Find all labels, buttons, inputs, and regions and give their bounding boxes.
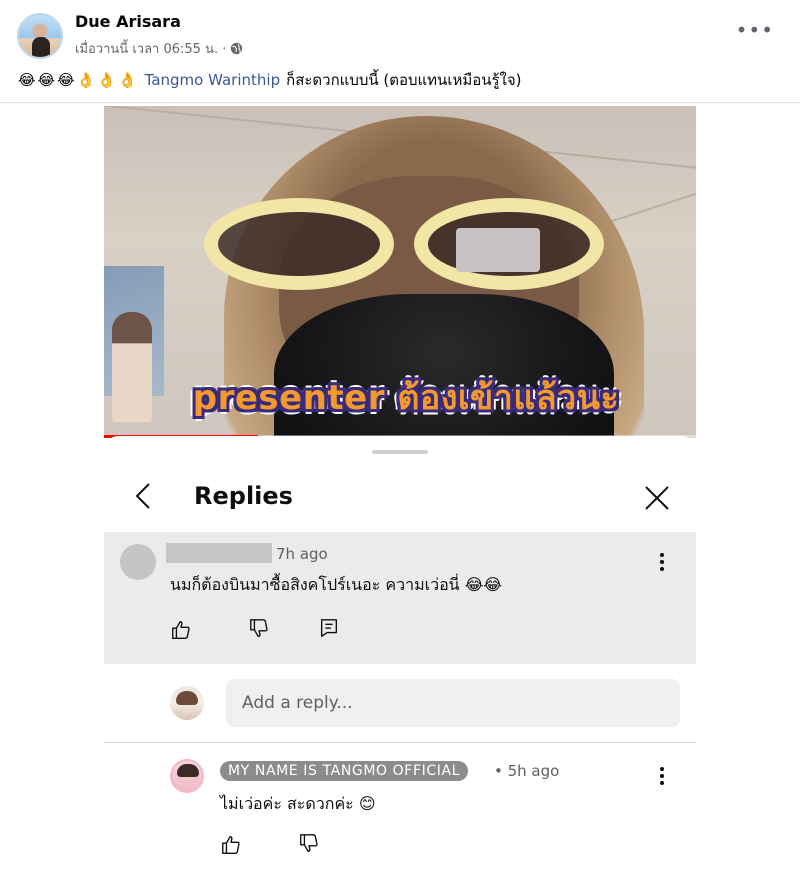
thumbs-up-icon[interactable] <box>220 834 242 856</box>
back-icon[interactable] <box>130 482 158 510</box>
post-options-button[interactable]: ••• <box>736 18 774 42</box>
divider <box>0 102 800 103</box>
thumbs-up-icon[interactable] <box>170 619 192 641</box>
post-text: 😂 😂 😂 👌 👌 👌 Tangmo Warinthip ก็สะดวกแบบน… <box>18 68 522 92</box>
lens-right <box>414 198 604 290</box>
mention-link[interactable]: Tangmo Warinthip <box>145 71 280 89</box>
emoji-laugh: 😂 <box>57 71 75 89</box>
emoji-laugh: 😂 <box>37 71 56 89</box>
redacted-username <box>166 543 272 563</box>
parent-comment: 7h ago นมก็ต้องบินมาซื้อสิงคโปร์เนอะ ควา… <box>104 532 696 664</box>
more-vertical-icon[interactable] <box>652 762 672 790</box>
lens-left <box>204 198 394 290</box>
channel-avatar[interactable] <box>170 759 204 793</box>
emoji-ok-hand: 👌 <box>97 71 116 89</box>
post-body: ก็สะดวกแบบนี้ (ตอบแทนเหมือนรู้ใจ) <box>286 71 522 89</box>
commenter-avatar[interactable] <box>120 544 156 580</box>
comment-time: 7h ago <box>276 545 328 563</box>
emoji-laugh: 😂 <box>18 71 36 89</box>
background-person <box>112 312 152 422</box>
video-player[interactable]: presenter ต้องเข้าแล้วนะ <box>104 106 696 438</box>
video-caption: presenter ต้องเข้าแล้วนะ <box>192 378 620 418</box>
author-name[interactable]: Due Arisara <box>75 12 181 31</box>
comment-text: นมก็ต้องบินมาซื้อสิงคโปร์เนอะ ความเว่อนี… <box>170 575 503 594</box>
emoji-ok-hand: 👌 <box>117 71 137 89</box>
thumbs-down-icon[interactable] <box>298 832 320 854</box>
lens-reflection <box>456 228 540 272</box>
post-timestamp[interactable]: เมื่อวานนี้ เวลา 06:55 น. · <box>75 38 226 59</box>
author-avatar[interactable] <box>17 13 63 59</box>
replies-sheet: Replies 7h ago นมก็ต้องบินมาซื้อสิงคโปร์… <box>104 436 696 884</box>
drag-handle[interactable] <box>372 450 428 454</box>
divider <box>104 742 696 743</box>
reply-time: • 5h ago <box>494 762 560 780</box>
current-user-avatar <box>170 686 204 720</box>
add-reply-input[interactable] <box>226 679 680 727</box>
thumbs-down-icon[interactable] <box>248 617 270 639</box>
channel-name-badge[interactable]: MY NAME IS TANGMO OFFICIAL <box>220 761 469 781</box>
reply-text: ไม่เว่อค่ะ สะดวกค่ะ 😊 <box>220 794 376 813</box>
globe-icon <box>231 42 243 55</box>
sheet-title: Replies <box>194 482 293 510</box>
post-meta: เมื่อวานนี้ เวลา 06:55 น. · <box>75 38 243 59</box>
sunglasses <box>204 198 624 298</box>
emoji-ok-hand: 👌 <box>76 71 96 89</box>
more-vertical-icon[interactable] <box>652 548 672 576</box>
close-icon[interactable] <box>643 484 671 512</box>
comment-icon[interactable] <box>318 617 340 639</box>
